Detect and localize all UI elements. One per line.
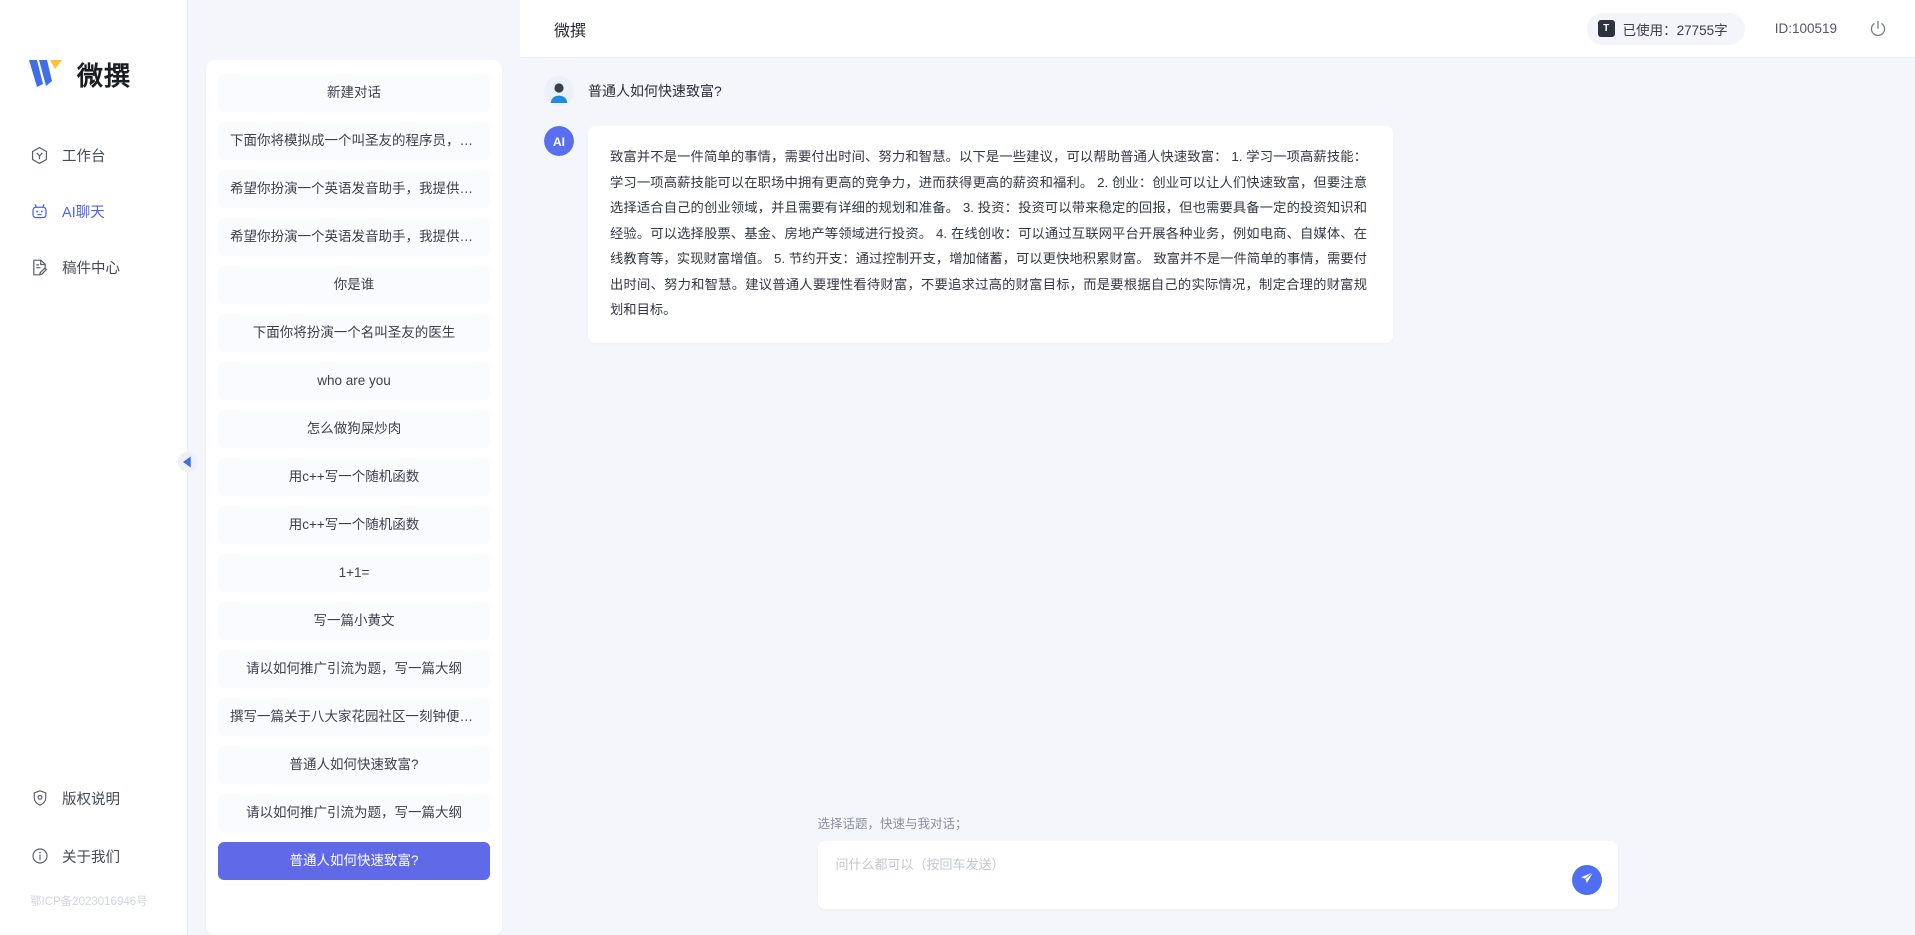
power-icon[interactable]: [1867, 18, 1889, 40]
chat-column: 微撰 T 已使用：27755字 ID:100519 普通人如何快速致富? AI …: [520, 0, 1915, 935]
conversation-item[interactable]: 1+1=: [218, 554, 490, 592]
sidebar-item-manuscript-center[interactable]: 稿件中心: [0, 246, 187, 288]
usage-label: 已使用：27755字: [1622, 22, 1728, 38]
conversation-item[interactable]: 下面你将扮演一个名叫圣友的医生: [218, 314, 490, 352]
conversation-item[interactable]: who are you: [218, 362, 490, 400]
sidebar-item-label: 关于我们: [62, 849, 120, 866]
document-edit-icon: [30, 258, 49, 277]
robot-icon: [30, 202, 49, 221]
conversation-item[interactable]: 请以如何推广引流为题，写一篇大纲: [218, 650, 490, 688]
user-avatar-icon: [544, 76, 574, 106]
user-id-label: ID:100519: [1774, 21, 1837, 36]
conversation-list-panel: 新建对话 下面你将模拟成一个叫圣友的程序员，我说... 希望你扮演一个英语发音助…: [206, 60, 502, 935]
conversation-column: 新建对话 下面你将模拟成一个叫圣友的程序员，我说... 希望你扮演一个英语发音助…: [177, 0, 520, 935]
conversation-item[interactable]: 下面你将模拟成一个叫圣友的程序员，我说...: [218, 122, 490, 160]
left-sidebar: 微撰 工作台 AI聊天 稿件中心 版权说明 关于我们 鄂ICP备20230169…: [0, 0, 188, 935]
assistant-message-text: 致富并不是一件简单的事情，需要付出时间、努力和智慧。以下是一些建议，可以帮助普通…: [588, 126, 1393, 343]
nav-items: 工作台 AI聊天 稿件中心: [0, 134, 187, 302]
info-icon: [30, 847, 49, 866]
page-title: 微撰: [554, 22, 587, 40]
new-chat-button[interactable]: 新建对话: [218, 74, 490, 112]
conversation-item[interactable]: 希望你扮演一个英语发音助手，我提供给你...: [218, 218, 490, 256]
send-button[interactable]: [1571, 865, 1602, 895]
conversation-item[interactable]: 撰写一篇关于八大家花园社区一刻钟便民生...: [218, 698, 490, 736]
conversation-item[interactable]: 写一篇小黄文: [218, 602, 490, 640]
svg-text:AI: AI: [553, 135, 565, 149]
chevron-left-icon: [177, 451, 199, 478]
message-input[interactable]: [835, 854, 1548, 896]
conversation-item[interactable]: 希望你扮演一个英语发音助手，我提供给你...: [218, 170, 490, 208]
message-assistant: AI 致富并不是一件简单的事情，需要付出时间、努力和智慧。以下是一些建议，可以帮…: [520, 126, 1857, 343]
conversation-item-active[interactable]: 普通人如何快速致富?: [218, 842, 490, 880]
conversation-item[interactable]: 用c++写一个随机函数: [218, 506, 490, 544]
conversation-item[interactable]: 用c++写一个随机函数: [218, 458, 490, 496]
sidebar-item-copyright[interactable]: 版权说明: [0, 777, 187, 819]
sidebar-item-label: AI聊天: [62, 204, 105, 221]
conversation-item[interactable]: 请以如何推广引流为题，写一篇大纲: [218, 794, 490, 832]
message-scroll-area[interactable]: 普通人如何快速致富? AI 致富并不是一件简单的事情，需要付出时间、努力和智慧。…: [520, 76, 1915, 813]
app-root: 微撰 工作台 AI聊天 稿件中心 版权说明 关于我们 鄂ICP备20230169…: [0, 0, 1915, 935]
brand-name: 微撰: [77, 60, 132, 91]
message-user: 普通人如何快速致富?: [520, 76, 1857, 106]
composer-box: [817, 841, 1618, 909]
user-message-text: 普通人如何快速致富?: [588, 83, 722, 99]
conversation-item[interactable]: 你是谁: [218, 266, 490, 304]
chat-body: 普通人如何快速致富? AI 致富并不是一件简单的事情，需要付出时间、努力和智慧。…: [520, 58, 1915, 935]
sidebar-item-about-us[interactable]: 关于我们: [0, 835, 187, 877]
composer: 选择话题，快速与我对话；: [520, 813, 1915, 935]
conversation-item[interactable]: 普通人如何快速致富?: [218, 746, 490, 784]
sidebar-item-label: 稿件中心: [62, 260, 120, 277]
top-bar: 微撰 T 已使用：27755字 ID:100519: [520, 0, 1915, 58]
token-badge-icon: T: [1597, 20, 1615, 37]
sidebar-item-ai-chat[interactable]: AI聊天: [0, 190, 187, 232]
sidebar-bottom-links: 版权说明 关于我们 鄂ICP备2023016946号: [0, 777, 187, 935]
composer-hint: 选择话题，快速与我对话；: [817, 817, 968, 831]
brand: 微撰: [0, 0, 187, 110]
conversation-item[interactable]: 怎么做狗屎炒肉: [218, 410, 490, 448]
sidebar-item-label: 版权说明: [62, 791, 120, 808]
workbench-icon: [30, 146, 49, 165]
icp-record-text: 鄂ICP备2023016946号: [30, 896, 148, 908]
sidebar-item-workbench[interactable]: 工作台: [0, 134, 187, 176]
top-bar-right: T 已使用：27755字 ID:100519: [1586, 12, 1889, 45]
usage-pill[interactable]: T 已使用：27755字: [1586, 12, 1745, 45]
shield-icon: [30, 789, 49, 808]
send-plane-icon: [1579, 870, 1595, 891]
sidebar-item-label: 工作台: [62, 148, 106, 165]
ai-avatar-icon: AI: [544, 126, 574, 156]
collapse-panel-button[interactable]: [176, 451, 200, 478]
w-logo-icon: [28, 57, 70, 91]
